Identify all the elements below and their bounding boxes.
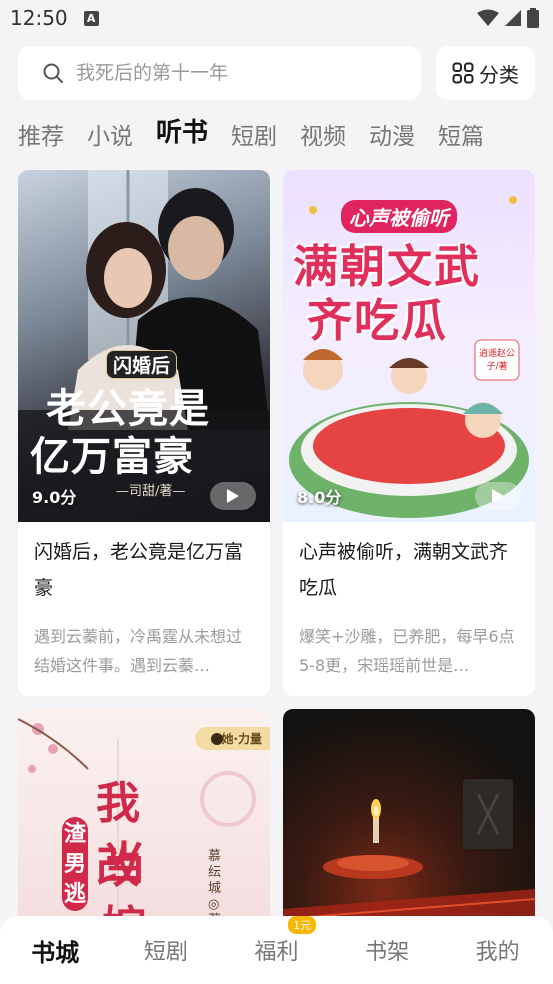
play-icon bbox=[227, 489, 239, 503]
search-icon bbox=[43, 63, 63, 83]
cover-title-line2: 亿万富豪 bbox=[30, 433, 194, 480]
tab-recommend[interactable]: 推荐 bbox=[18, 117, 64, 158]
category-label: 分类 bbox=[479, 62, 519, 87]
rating: 8.0分 bbox=[297, 488, 342, 507]
cover-badge-label: 她·力量 bbox=[221, 732, 262, 746]
cover-tag: 心声被偷听 bbox=[341, 200, 457, 233]
book-card[interactable]: 闪婚后 老公竟是 亿万富豪 —司甜/著— 9.0分 闪婚后，老公竟是亿万富豪 遇… bbox=[18, 170, 270, 696]
search-input[interactable] bbox=[76, 62, 396, 84]
cover-title-line2: 齐吃瓜 bbox=[307, 294, 449, 347]
book-title[interactable]: 心声被偷听，满朝文武齐吃瓜 bbox=[283, 522, 535, 622]
book-cover[interactable]: 闪婚后 老公竟是 亿万富豪 —司甜/著— 9.0分 bbox=[18, 170, 270, 522]
play-button[interactable] bbox=[210, 482, 256, 510]
nav-bookstore[interactable]: 书城 bbox=[0, 933, 111, 968]
nav-short-drama[interactable]: 短剧 bbox=[111, 934, 222, 966]
cover-author: 逍遥赵公子/著 bbox=[478, 349, 515, 372]
status-time: 12:50 bbox=[10, 6, 68, 30]
play-button[interactable] bbox=[475, 482, 521, 510]
rating: 9.0分 bbox=[32, 488, 77, 507]
tab-anime[interactable]: 动漫 bbox=[369, 117, 415, 158]
category-button[interactable]: 分类 bbox=[436, 46, 535, 100]
nav-welfare-label: 福利 bbox=[254, 940, 299, 965]
badge-icon bbox=[211, 733, 223, 745]
book-description: 遇到云蓁前，冷禹霆从未想过结婚这件事。遇到云蓁… bbox=[34, 627, 243, 675]
book-cover[interactable]: 心声被偷听 满朝文武 齐吃瓜 逍遥赵公子/著 8.0分 bbox=[283, 170, 535, 522]
book-description: 爆笑+沙雕，已养肥，每早6点5-8更，宋瑶瑶前世是… bbox=[299, 627, 515, 675]
tab-video[interactable]: 视频 bbox=[300, 117, 346, 158]
tab-short-drama[interactable]: 短剧 bbox=[231, 117, 277, 158]
nav-profile[interactable]: 我的 bbox=[442, 934, 553, 966]
book-card[interactable]: 心声被偷听 满朝文武 齐吃瓜 逍遥赵公子/著 8.0分 心声被偷听，满朝文武齐吃… bbox=[283, 170, 535, 696]
battery-icon bbox=[527, 8, 539, 28]
category-tabs: 推荐 小说 听书 短剧 视频 动漫 短篇 bbox=[18, 112, 484, 158]
status-bar: 12:50 A bbox=[0, 0, 553, 36]
signal-icon bbox=[505, 10, 521, 26]
nav-bookshelf[interactable]: 书架 bbox=[332, 934, 443, 966]
grid-icon bbox=[452, 62, 474, 84]
nav-welfare[interactable]: 福利 1元 bbox=[221, 916, 332, 966]
tab-novel[interactable]: 小说 bbox=[87, 117, 133, 158]
cover-badge: 她·力量 bbox=[195, 727, 270, 750]
app-notification-icon: A bbox=[83, 10, 99, 26]
cover-side-text: 渣男逃 bbox=[62, 817, 88, 911]
nav-welfare-badge: 1元 bbox=[288, 916, 317, 934]
cover-author: —司甜/著— bbox=[116, 484, 186, 499]
book-title[interactable]: 闪婚后，老公竟是亿万富豪 bbox=[18, 522, 270, 622]
play-icon bbox=[492, 489, 504, 503]
tab-short-story[interactable]: 短篇 bbox=[438, 117, 484, 158]
cover-tag: 闪婚后 bbox=[106, 350, 178, 379]
tab-audiobook[interactable]: 听书 bbox=[156, 112, 208, 158]
search-box[interactable] bbox=[18, 46, 421, 100]
wifi-icon bbox=[477, 9, 499, 26]
bottom-navigation: 书城 短剧 福利 1元 书架 我的 bbox=[0, 916, 553, 984]
